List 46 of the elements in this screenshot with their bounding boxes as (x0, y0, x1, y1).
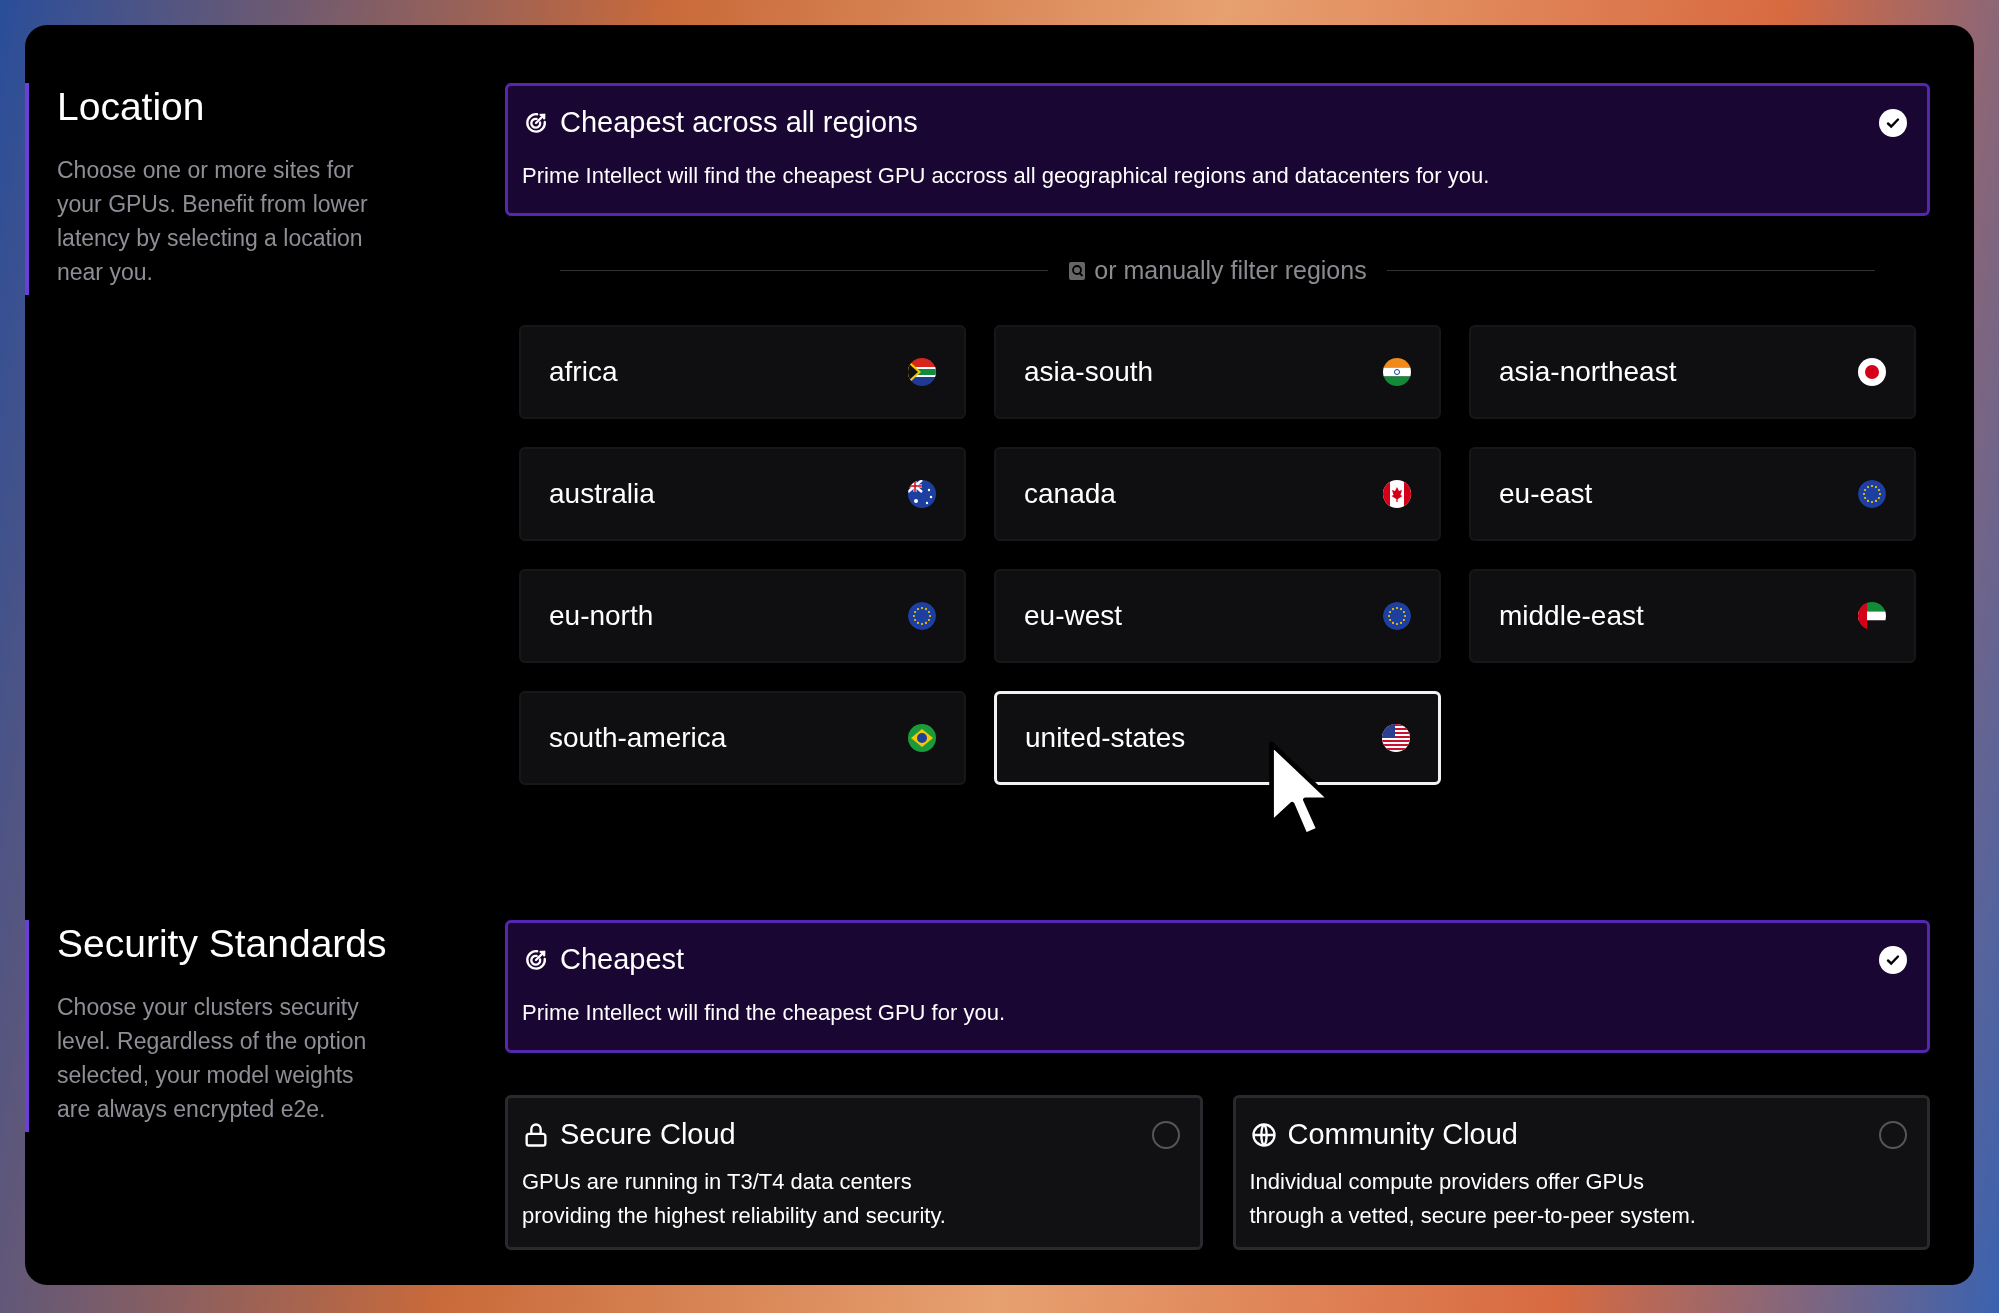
globe-icon (1249, 1120, 1278, 1149)
option-card[interactable]: Secure Cloud GPUs are running in T3/T4 data centers providing the highest reliability and security. (505, 1095, 1203, 1250)
region-button[interactable]: africa (519, 325, 966, 419)
divider-text: or manually filter regions (1094, 256, 1367, 285)
option-description: Prime Intellect will find the cheapest GPU accross all geographical regions and datacenters for you. (522, 162, 1491, 190)
region-button[interactable]: eu-west (994, 569, 1441, 663)
option-title: Secure Cloud (560, 1118, 737, 1151)
region-button[interactable]: asia-northeast (1469, 325, 1916, 419)
radio-button[interactable] (1151, 1120, 1180, 1149)
flag-icon (1383, 602, 1411, 630)
option-description: Prime Intellect will find the cheapest GPU for you. (522, 999, 1006, 1027)
option-title: Cheapest across all regions (560, 106, 919, 139)
flag-icon (1858, 480, 1886, 508)
option-description: GPUs are running in T3/T4 data centers (522, 1168, 913, 1196)
flag-icon (1383, 480, 1411, 508)
section-description: Choose one or more sites for your GPUs. Benefit from lower latency by selecting a location near you. (57, 156, 369, 287)
section-description: Choose your clusters security level. Regardless of the option selected, your model weights are always encrypted e2e. (57, 993, 368, 1124)
flag-icon (1382, 724, 1410, 752)
region-button[interactable]: middle-east (1469, 569, 1916, 663)
flag-icon (1858, 358, 1886, 386)
region-button[interactable]: canada (994, 447, 1441, 541)
region-button[interactable]: south-america (519, 691, 966, 785)
checked-radio[interactable] (1879, 945, 1907, 974)
region-button[interactable]: eu-east (1469, 447, 1916, 541)
option-card[interactable]: Community Cloud Individual compute providers offer GPUs through a vetted, secure peer-to-peer system. (1232, 1095, 1930, 1250)
flag-icon (908, 724, 936, 752)
section-title: Location (57, 84, 206, 130)
flag-icon (1858, 602, 1886, 630)
region-button[interactable]: eu-north (519, 569, 966, 663)
radio-button[interactable] (1879, 1120, 1907, 1149)
option-card[interactable]: Cheapest across all regions Prime Intellect will find the cheapest GPU accross all geographical regions and datacenters for you. (505, 83, 1930, 216)
option-description: providing the highest reliability and security. (522, 1202, 947, 1230)
region-button[interactable]: australia (519, 447, 966, 541)
option-title: Cheapest (560, 943, 686, 976)
filter-icon (1068, 260, 1087, 281)
region-button[interactable]: asia-south (994, 325, 1441, 419)
option-description: Individual compute providers offer GPUs (1249, 1168, 1646, 1196)
flag-icon (908, 480, 936, 508)
option-title: Community Cloud (1287, 1118, 1519, 1151)
flag-icon (908, 602, 936, 630)
flag-icon (1383, 358, 1411, 386)
flag-icon (908, 358, 936, 386)
option-description: through a vetted, secure peer-to-peer system. (1249, 1202, 1697, 1230)
option-card[interactable]: Cheapest Prime Intellect will find the cheapest GPU for you. (505, 920, 1930, 1053)
checked-radio[interactable] (1879, 108, 1907, 137)
section-title: Security Standards (57, 921, 388, 967)
